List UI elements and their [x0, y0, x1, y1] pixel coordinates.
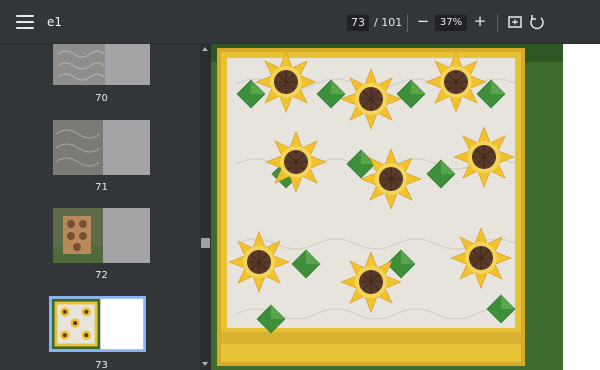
sidebar-scrollbar[interactable] [200, 44, 211, 370]
fit-page-icon[interactable] [506, 14, 524, 33]
thumbnail-label: 71 [95, 182, 108, 193]
thumbnail-image [53, 120, 150, 175]
thumbnail-sidebar: 70 71 72 73 [0, 44, 200, 370]
document-title: e1 [47, 15, 63, 29]
thumbnail-image [53, 44, 150, 85]
document-viewer[interactable] [211, 44, 600, 370]
pdf-toolbar: e1 73 / 101 − 37% + [0, 0, 600, 44]
thumbnail-label: 70 [95, 93, 108, 104]
thumbnail-label: 72 [95, 270, 108, 281]
zoom-out-button[interactable]: − [414, 13, 432, 29]
toolbar-divider [497, 14, 498, 32]
page-number-input[interactable]: 73 [347, 15, 369, 31]
scrollbar-thumb[interactable] [201, 238, 210, 248]
rotate-icon[interactable] [528, 14, 546, 33]
scroll-up-icon[interactable] [202, 47, 208, 51]
page-image-sunflower-quilt [211, 44, 563, 370]
page-total: / 101 [374, 16, 403, 29]
scroll-down-icon[interactable] [202, 362, 208, 366]
thumbnail-image [49, 296, 146, 352]
thumbnail-image [53, 208, 150, 263]
next-page-edge [563, 44, 600, 370]
thumbnail-label: 73 [95, 360, 108, 370]
zoom-in-button[interactable]: + [471, 13, 489, 29]
toolbar-divider [407, 14, 408, 32]
zoom-input[interactable]: 37% [435, 15, 467, 31]
menu-icon[interactable] [14, 12, 36, 32]
